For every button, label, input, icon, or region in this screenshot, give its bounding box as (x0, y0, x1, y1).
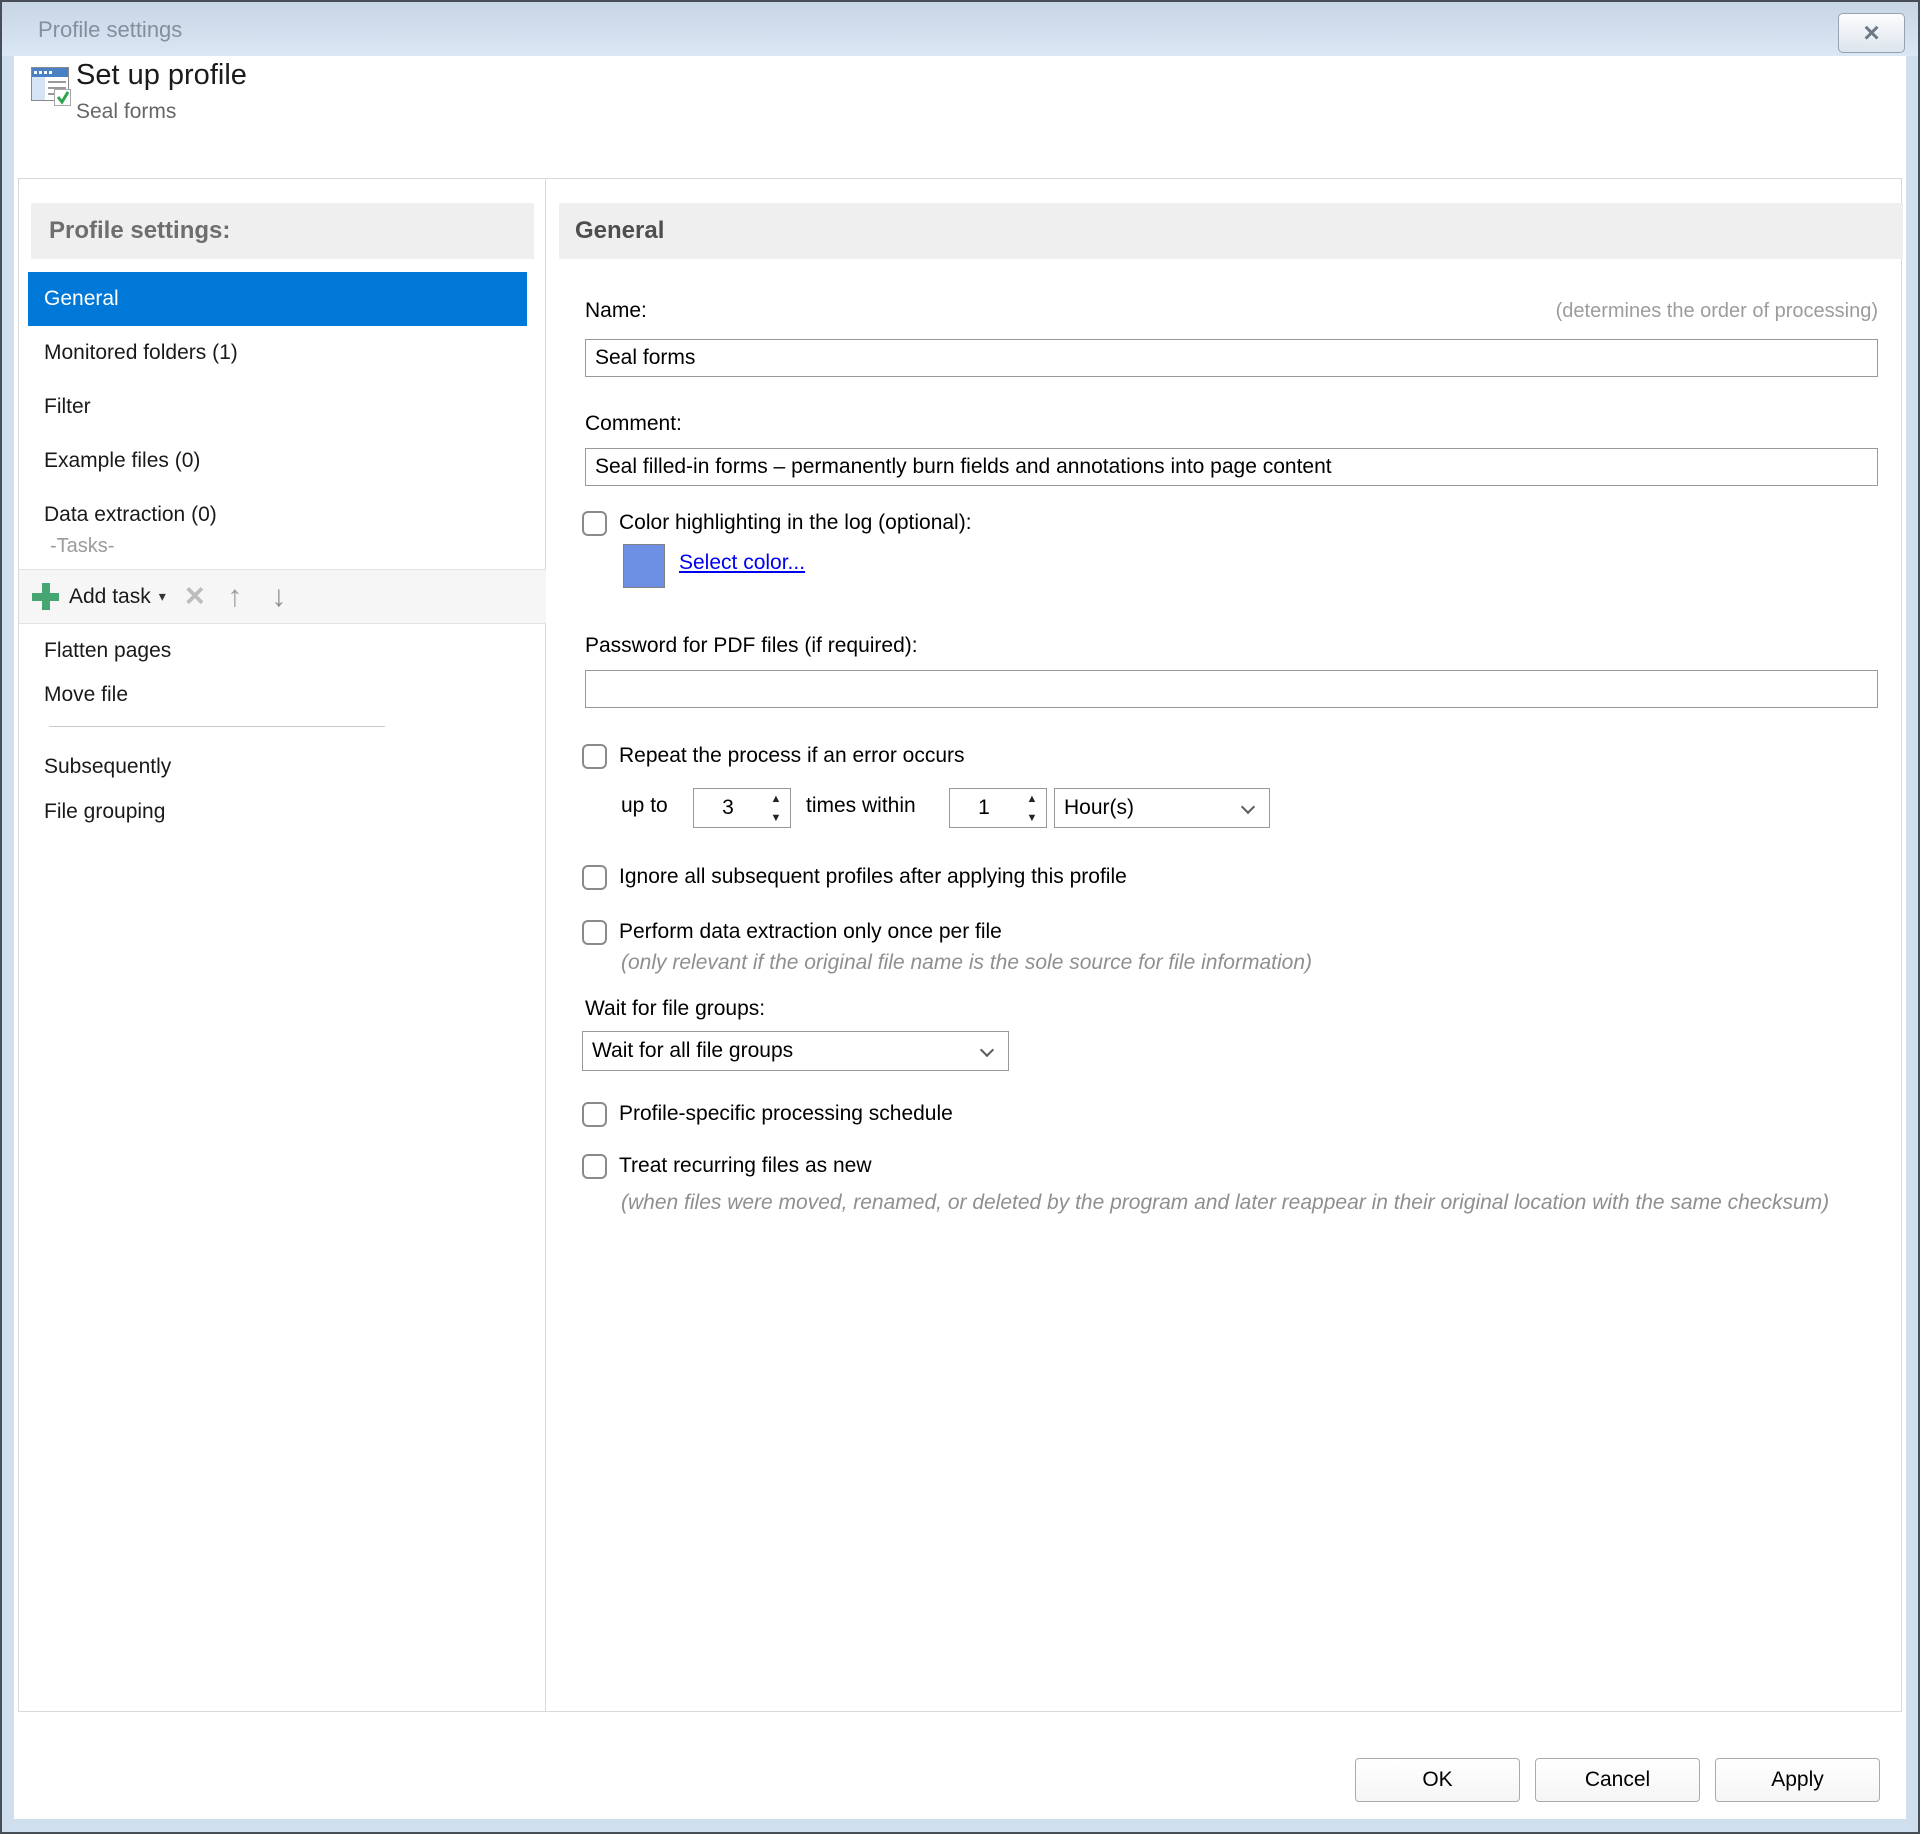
task-list-divider (49, 726, 385, 727)
stepper-down-icon[interactable]: ▼ (1018, 808, 1046, 827)
tasks-section-label: -Tasks- (50, 535, 114, 558)
schedule-checkbox[interactable] (582, 1102, 607, 1127)
page-subtitle: Seal forms (76, 100, 176, 124)
sidebar: Profile settings: General Monitored fold… (19, 179, 546, 1711)
delete-icon: × (185, 577, 205, 616)
up-to-label: up to (621, 794, 668, 818)
color-highlight-label[interactable]: Color highlighting in the log (optional)… (619, 511, 972, 535)
data-extraction-once-row: Perform data extraction only once per fi… (582, 917, 1002, 947)
sidebar-item-data-extraction[interactable]: Data extraction (0) (28, 488, 527, 542)
close-icon: × (1863, 19, 1879, 47)
tasks-toolbar: Add task ▾ × ↑ ↓ (19, 569, 546, 624)
interval-stepper: ▲ ▼ (949, 788, 1047, 828)
comment-label: Comment: (585, 412, 682, 436)
setup-profile-icon (30, 62, 72, 108)
sidebar-item-filter[interactable]: Filter (28, 380, 527, 434)
stepper-up-icon[interactable]: ▲ (1018, 789, 1046, 808)
schedule-label[interactable]: Profile-specific processing schedule (619, 1102, 953, 1126)
move-task-up-button[interactable]: ↑ (210, 575, 254, 619)
color-highlight-checkbox[interactable] (582, 511, 607, 536)
close-button[interactable]: × (1838, 13, 1905, 53)
file-groups-label: Wait for file groups: (585, 997, 765, 1021)
sidebar-item-subsequently[interactable]: Subsequently (28, 744, 527, 789)
stepper-down-icon[interactable]: ▼ (762, 808, 790, 827)
dialog-client-area: Set up profile Seal forms Profile settin… (14, 56, 1906, 1819)
ignore-profiles-checkbox[interactable] (582, 865, 607, 890)
name-input[interactable] (585, 339, 1878, 377)
repeat-settings-row: up to ▲ ▼ times within ▲ ▼ (547, 788, 1901, 828)
delete-task-button[interactable]: × (166, 575, 210, 619)
interval-unit-select[interactable]: Hour(s) (1054, 788, 1270, 828)
password-input[interactable] (585, 670, 1878, 708)
stepper-up-icon[interactable]: ▲ (762, 789, 790, 808)
panel-heading: General (559, 203, 1903, 259)
file-groups-select[interactable]: Wait for all file groups (582, 1031, 1009, 1071)
color-highlight-row: Color highlighting in the log (optional)… (582, 508, 972, 538)
ok-button[interactable]: OK (1355, 1758, 1520, 1802)
data-extraction-note: (only relevant if the original file name… (621, 951, 1312, 975)
color-swatch[interactable] (623, 544, 665, 588)
chevron-down-icon (980, 1043, 994, 1057)
add-icon (32, 583, 59, 610)
profile-settings-dialog: Profile settings × Set up profile Seal f… (0, 0, 1920, 1834)
sidebar-item-monitored-folders[interactable]: Monitored folders (1) (28, 326, 527, 380)
sidebar-heading: Profile settings: (31, 203, 534, 259)
repeat-checkbox[interactable] (582, 744, 607, 769)
sidebar-item-file-grouping[interactable]: File grouping (28, 789, 527, 834)
select-color-link[interactable]: Select color... (679, 551, 805, 575)
recurring-files-row: Treat recurring files as new (582, 1151, 871, 1181)
repeat-label[interactable]: Repeat the process if an error occurs (619, 744, 965, 768)
schedule-row: Profile-specific processing schedule (582, 1099, 953, 1129)
window-title: Profile settings (38, 2, 182, 56)
arrow-down-icon: ↓ (271, 580, 286, 614)
password-label: Password for PDF files (if required): (585, 634, 918, 658)
name-label: Name: (585, 299, 647, 323)
ignore-profiles-row: Ignore all subsequent profiles after app… (582, 862, 1127, 892)
titlebar[interactable]: Profile settings × (2, 2, 1918, 56)
chevron-down-icon: ▾ (159, 588, 166, 605)
data-extraction-once-label[interactable]: Perform data extraction only once per fi… (619, 920, 1002, 944)
name-row: Name: (determines the order of processin… (585, 299, 1878, 323)
page-title: Set up profile (76, 59, 247, 92)
task-item-move-file[interactable]: Move file (28, 673, 527, 717)
sidebar-nav-list: General Monitored folders (1) Filter Exa… (28, 272, 527, 542)
comment-input[interactable] (585, 448, 1878, 486)
name-hint: (determines the order of processing) (1556, 300, 1878, 323)
subsequent-list: Subsequently File grouping (28, 744, 527, 834)
interval-unit-value: Hour(s) (1064, 796, 1134, 820)
recurring-files-checkbox[interactable] (582, 1154, 607, 1179)
data-extraction-once-checkbox[interactable] (582, 920, 607, 945)
apply-button[interactable]: Apply (1715, 1758, 1880, 1802)
interval-input[interactable] (950, 789, 1018, 827)
cancel-button[interactable]: Cancel (1535, 1758, 1700, 1802)
sidebar-item-example-files[interactable]: Example files (0) (28, 434, 527, 488)
add-task-button[interactable]: Add task ▾ (32, 583, 166, 610)
retry-count-input[interactable] (694, 789, 762, 827)
task-list: Flatten pages Move file (28, 629, 527, 717)
file-groups-value: Wait for all file groups (592, 1039, 793, 1063)
recurring-files-note: (when files were moved, renamed, or dele… (621, 1185, 1881, 1220)
add-task-label: Add task (69, 585, 151, 609)
retry-count-stepper: ▲ ▼ (693, 788, 791, 828)
content-container: Profile settings: General Monitored fold… (18, 178, 1902, 1712)
recurring-files-label[interactable]: Treat recurring files as new (619, 1154, 871, 1178)
task-item-flatten-pages[interactable]: Flatten pages (28, 629, 527, 673)
general-panel: General Name: (determines the order of p… (547, 179, 1901, 1711)
move-task-down-button[interactable]: ↓ (254, 575, 298, 619)
ignore-profiles-label[interactable]: Ignore all subsequent profiles after app… (619, 865, 1127, 889)
repeat-row: Repeat the process if an error occurs (582, 741, 965, 771)
arrow-up-icon: ↑ (227, 580, 242, 614)
chevron-down-icon (1241, 800, 1255, 814)
times-within-label: times within (806, 794, 916, 818)
sidebar-item-general[interactable]: General (28, 272, 527, 326)
